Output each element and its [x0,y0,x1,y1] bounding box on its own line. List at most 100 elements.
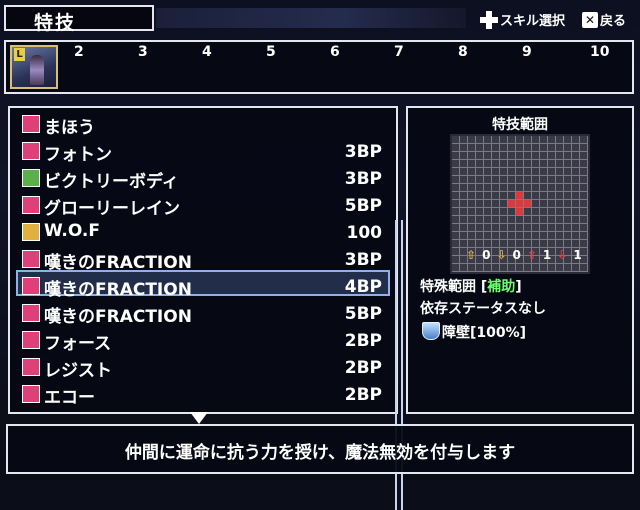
party-slot-5[interactable]: 5 [266,44,276,60]
range-grid-cell [492,136,499,143]
range-grid-cell [548,200,555,207]
range-grid-cell [540,144,547,151]
range-grid-cell [476,144,483,151]
skill-row[interactable]: 嘆きのFRACTION 4BP [20,274,382,300]
range-grid-cell [564,136,571,143]
range-grid-cell [532,216,539,223]
skill-row[interactable]: エコー 2BP [20,382,382,408]
range-grid-cell [476,136,483,143]
range-grid-cell [532,240,539,247]
range-grid-cell [516,136,523,143]
range-grid-cell [500,184,507,191]
skill-description: 仲間に運命に抗う力を授け、魔法無効を付与します [124,443,516,463]
range-grid-cell [500,232,507,239]
party-slot-2[interactable]: 2 [74,44,84,60]
range-grid-cell [484,176,491,183]
range-grid-cell [492,184,499,191]
range-grid-cell [484,208,491,215]
range-grid-cell [540,160,547,167]
skill-row[interactable]: グローリーレイン 5BP [20,193,382,219]
party-slot-7[interactable]: 7 [394,44,404,60]
skill-row[interactable]: 嘆きのFRACTION 3BP [20,247,382,273]
range-grid-cell [564,216,571,223]
range-grid-cell [500,176,507,183]
range-grid-cell [572,200,579,207]
skill-name: 嘆きのFRACTION [44,253,192,273]
range-grid-cell [508,232,515,239]
range-grid-cell [468,192,475,199]
range-grid-cell [548,192,555,199]
range-grid-cell [468,184,475,191]
range-grid-cell [452,240,459,247]
range-grid-cell [492,176,499,183]
range-grid-cell [580,184,587,191]
range-grid-cell [476,224,483,231]
party-slot-3[interactable]: 3 [138,44,148,60]
skill-row[interactable]: フォース 2BP [20,328,382,354]
skill-row[interactable]: レジスト 2BP [20,355,382,381]
party-slot-4[interactable]: 4 [202,44,212,60]
range-grid-cell [548,216,555,223]
range-grid-cell [476,240,483,247]
range-grid-cell [476,216,483,223]
range-grid-cell [460,144,467,151]
range-grid-cell [540,184,547,191]
range-grid-cell [516,160,523,167]
range-grid-cell [476,232,483,239]
range-grid-cell [484,240,491,247]
skill-row-selected[interactable]: ビクトリーボディ 3BP [20,166,382,192]
skill-cost: 4BP [344,277,382,297]
skill-row[interactable]: 嘆きのFRACTION 5BP [20,301,382,327]
range-grid-cell [580,264,587,271]
back-hint[interactable]: ✕ 戻る [582,10,626,29]
skill-cost: 3BP [344,169,382,189]
barrier-icon [422,322,440,340]
range-grid-cell [564,200,571,207]
skill-row[interactable]: まほう [20,112,382,138]
voice-icon [22,358,40,376]
stat-value-2: 0 [512,248,521,262]
header-bar [156,8,466,28]
stat-up-icon: ⇧ [466,248,477,262]
range-grid-cell [492,144,499,151]
range-grid-cell [484,224,491,231]
range-grid-cell [540,232,547,239]
skill-select-hint[interactable]: スキル選択 [480,10,565,29]
range-grid-cell [580,224,587,231]
effect-text: 障壁[100%] [442,325,527,341]
party-member-portrait[interactable]: L [10,45,58,89]
range-grid-cell [452,256,459,263]
range-type-label: 特殊範囲 [420,279,476,295]
party-slot-8[interactable]: 8 [458,44,468,60]
skill-row[interactable]: フォトン 3BP [20,139,382,165]
range-grid-cell [548,224,555,231]
music-plus-icon [22,277,40,295]
range-grid-cell [540,136,547,143]
range-grid-cell [516,152,523,159]
skill-name: 嘆きのFRACTION [44,307,192,327]
range-grid-cell [468,200,475,207]
range-grid-cell [492,208,499,215]
range-grid-cell [524,152,531,159]
range-grid-cell [532,208,539,215]
range-grid-cell [548,160,555,167]
range-grid-cell [556,216,563,223]
range-grid-cell [508,208,515,215]
range-grid-cell [580,160,587,167]
range-grid-cell [532,168,539,175]
range-grid-cell [516,144,523,151]
range-grid-cell [508,184,515,191]
stat-value-3: 1 [542,248,552,262]
range-grid-cell [580,192,587,199]
attack-magic-icon [22,142,40,160]
party-slot-9[interactable]: 9 [522,44,532,60]
party-slot-6[interactable]: 6 [330,44,340,60]
skill-row[interactable]: W.O.F 100 [20,220,382,246]
skill-cost: 2BP [344,331,382,351]
range-grid-cell [580,176,587,183]
range-grid-cell [476,184,483,191]
back-label: 戻る [600,14,627,29]
stat-value-4: 1 [573,248,582,262]
range-grid-cell [556,232,563,239]
party-slot-10[interactable]: 10 [590,44,609,60]
